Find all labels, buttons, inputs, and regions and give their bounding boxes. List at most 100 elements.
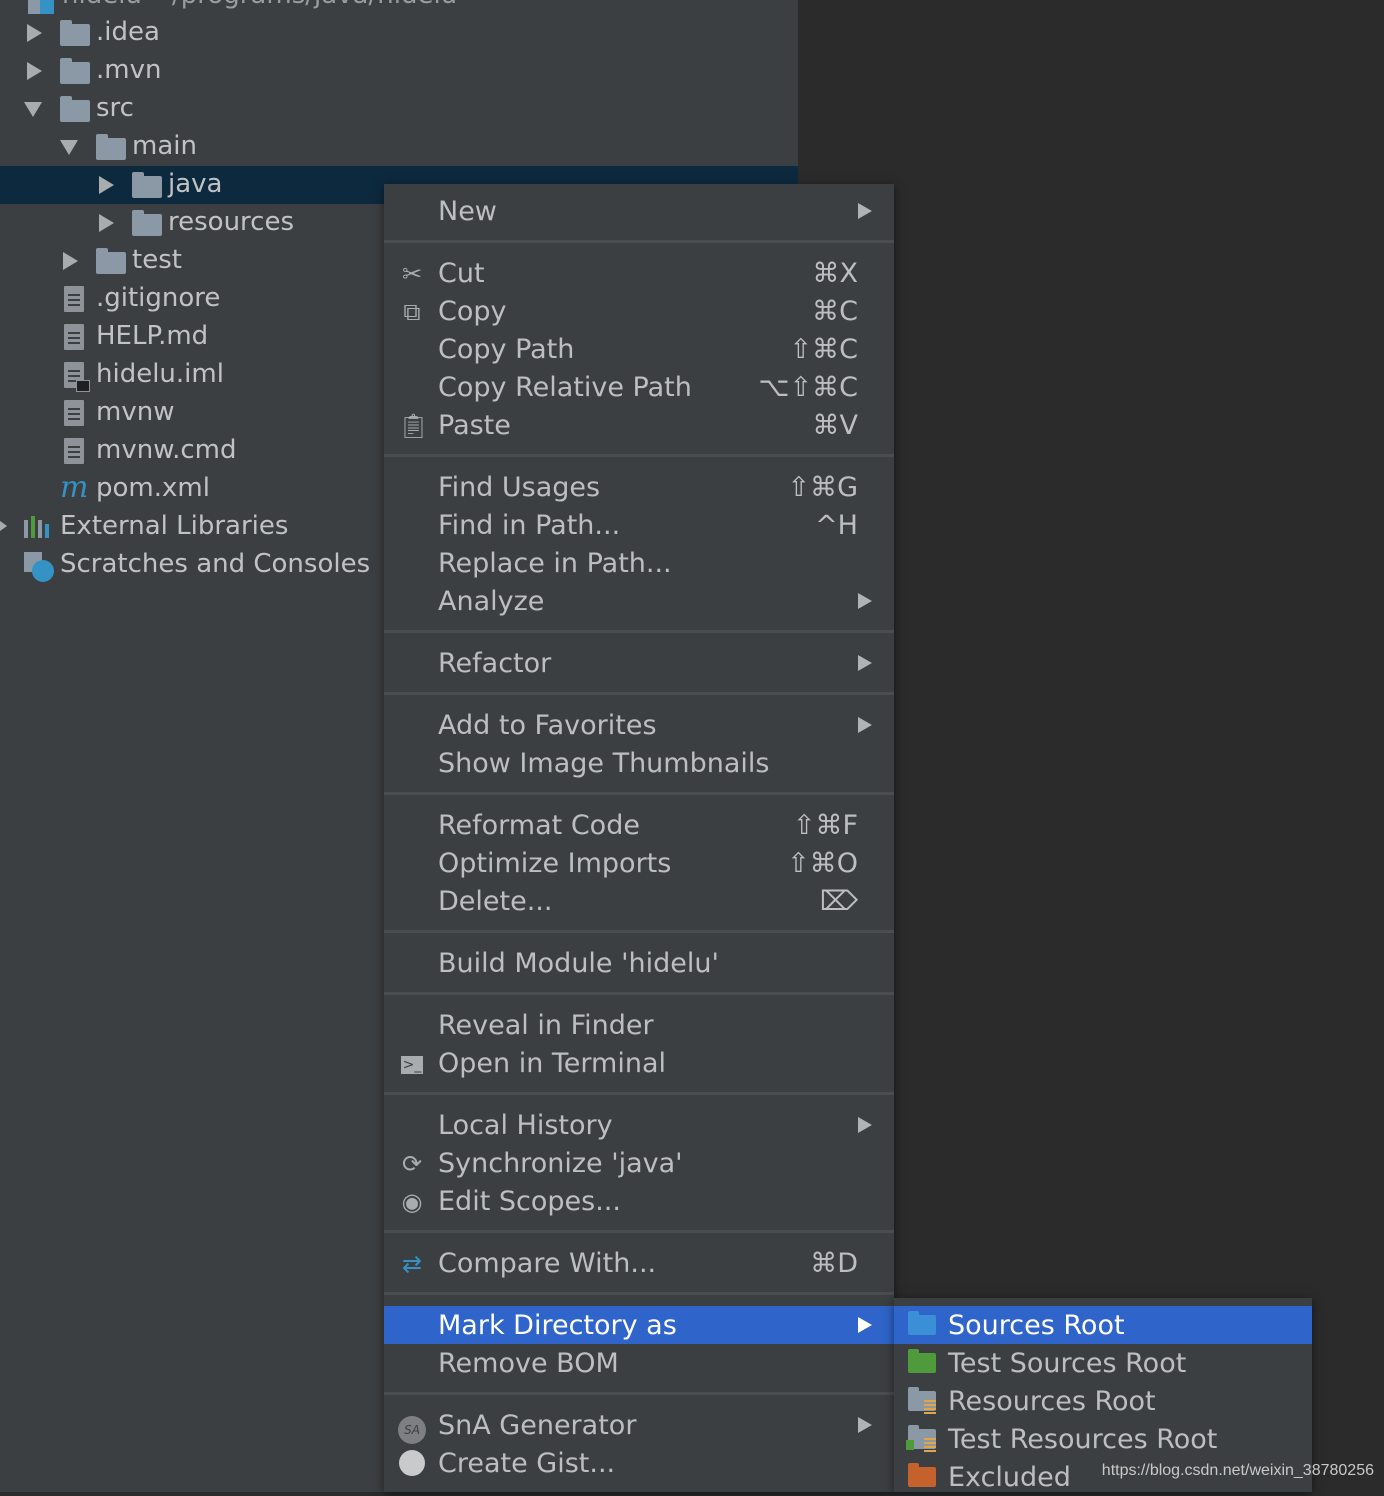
menu-item-cut[interactable]: ✂ Cut ⌘X: [384, 254, 894, 292]
menu-item-label: Reveal in Finder: [438, 1010, 654, 1041]
menu-item-label: Local History: [438, 1110, 613, 1141]
submenu-item-sources-root[interactable]: Sources Root: [894, 1306, 1312, 1344]
menu-item-label: SnA Generator: [438, 1410, 637, 1441]
submenu-item-test-sources-root[interactable]: Test Sources Root: [894, 1344, 1312, 1382]
submenu-arrow-icon: [858, 717, 872, 733]
menu-item-edit-scopes[interactable]: ◉ Edit Scopes...: [384, 1182, 894, 1220]
expand-arrow-icon[interactable]: [99, 214, 114, 232]
expand-arrow-icon[interactable]: [0, 521, 7, 531]
menu-item-replace-in-path[interactable]: Replace in Path...: [384, 544, 894, 582]
menu-item-shortcut: ⌦: [819, 886, 858, 917]
tree-item-label: resources: [168, 207, 295, 237]
scope-icon: ◉: [401, 1188, 423, 1216]
menu-item-optimize-imports[interactable]: Optimize Imports ⇧⌘O: [384, 844, 894, 882]
menu-item-reformat-code[interactable]: Reformat Code ⇧⌘F: [384, 806, 894, 844]
test-marker-icon: [906, 1440, 914, 1450]
expand-arrow-icon[interactable]: [27, 24, 42, 42]
resources-badge-icon: [924, 1400, 936, 1414]
menu-item-build-module[interactable]: Build Module 'hidelu': [384, 944, 894, 982]
submenu-item-label: Test Sources Root: [948, 1348, 1187, 1379]
menu-item-open-in-terminal[interactable]: >_ Open in Terminal: [384, 1044, 894, 1082]
terminal-icon: >_: [401, 1056, 423, 1074]
submenu-arrow-icon: [858, 593, 872, 609]
tree-item-label: mvnw: [96, 397, 175, 427]
expand-arrow-icon[interactable]: [63, 252, 78, 270]
menu-separator: [384, 1092, 894, 1095]
clock-icon: [32, 560, 54, 582]
folder-icon: [96, 248, 126, 274]
menu-item-label: Refactor: [438, 648, 552, 679]
menu-item-label: Replace in Path...: [438, 548, 672, 579]
tree-item-src[interactable]: src: [0, 90, 798, 128]
menu-item-label: Copy Relative Path: [438, 372, 692, 403]
menu-item-refactor[interactable]: Refactor: [384, 644, 894, 682]
menu-item-label: Copy: [438, 296, 507, 327]
menu-item-copy[interactable]: ⧉ Copy ⌘C: [384, 292, 894, 330]
submenu-item-test-resources-root[interactable]: Test Resources Root: [894, 1420, 1312, 1458]
menu-item-find-usages[interactable]: Find Usages ⇧⌘G: [384, 468, 894, 506]
folder-icon: [132, 210, 162, 236]
expand-arrow-icon[interactable]: [27, 62, 42, 80]
menu-item-shortcut: ⌘C: [812, 296, 858, 327]
menu-item-label: Optimize Imports: [438, 848, 672, 879]
menu-item-remove-bom[interactable]: Remove BOM: [384, 1344, 894, 1382]
tree-item-label: pom.xml: [96, 473, 210, 503]
test-resources-badge-icon: [924, 1438, 936, 1452]
tree-item-idea[interactable]: .idea: [0, 14, 798, 52]
menu-item-compare-with[interactable]: ⇄ Compare With... ⌘D: [384, 1244, 894, 1282]
menu-item-shortcut: ⇧⌘C: [789, 334, 858, 365]
submenu-item-label: Sources Root: [948, 1310, 1125, 1341]
tree-item-label: External Libraries: [60, 511, 289, 541]
menu-item-label: Edit Scopes...: [438, 1186, 621, 1217]
menu-item-synchronize[interactable]: ⟳ Synchronize 'java': [384, 1144, 894, 1182]
menu-separator: [384, 630, 894, 633]
submenu-item-resources-root[interactable]: Resources Root: [894, 1382, 1312, 1420]
menu-separator: [384, 930, 894, 933]
submenu-item-label: Test Resources Root: [948, 1424, 1218, 1455]
file-icon: [64, 438, 84, 464]
menu-separator: [384, 1230, 894, 1233]
maven-icon: m: [60, 470, 89, 505]
menu-item-label: Find Usages: [438, 472, 601, 503]
folder-icon: [132, 172, 162, 198]
menu-item-label: Analyze: [438, 586, 545, 617]
menu-item-shortcut: ⇧⌘G: [787, 472, 858, 503]
menu-item-copy-path[interactable]: Copy Path ⇧⌘C: [384, 330, 894, 368]
menu-item-find-in-path[interactable]: Find in Path... ^H: [384, 506, 894, 544]
menu-item-paste[interactable]: 📋︎ Paste ⌘V: [384, 406, 894, 444]
menu-item-analyze[interactable]: Analyze: [384, 582, 894, 620]
context-menu: New ✂ Cut ⌘X ⧉ Copy ⌘C Copy Path ⇧⌘C Cop…: [384, 184, 894, 1492]
scissors-icon: ✂: [401, 260, 423, 288]
menu-item-label: New: [438, 196, 497, 227]
menu-item-delete[interactable]: Delete... ⌦: [384, 882, 894, 920]
menu-item-sna-generator[interactable]: SA SnA Generator: [384, 1406, 894, 1444]
menu-item-new[interactable]: New: [384, 192, 894, 230]
github-icon: [398, 1450, 426, 1478]
tree-item-main[interactable]: main: [0, 128, 798, 166]
menu-item-shortcut: ⌘X: [812, 258, 859, 289]
menu-separator: [384, 692, 894, 695]
menu-item-local-history[interactable]: Local History: [384, 1106, 894, 1144]
menu-item-label: Add to Favorites: [438, 710, 657, 741]
menu-item-show-image-thumbnails[interactable]: Show Image Thumbnails: [384, 744, 894, 782]
tree-item-mvn[interactable]: .mvn: [0, 52, 798, 90]
file-icon: [64, 400, 84, 426]
tree-item-label: mvnw.cmd: [96, 435, 237, 465]
collapse-arrow-icon[interactable]: [60, 140, 78, 155]
menu-item-add-to-favorites[interactable]: Add to Favorites: [384, 706, 894, 744]
collapse-arrow-icon[interactable]: [24, 102, 42, 117]
copy-icon: ⧉: [403, 298, 421, 326]
menu-item-create-gist[interactable]: Create Gist...: [384, 1444, 894, 1482]
folder-icon: [60, 96, 90, 122]
menu-item-mark-directory-as[interactable]: Mark Directory as: [384, 1306, 894, 1344]
menu-item-copy-relative-path[interactable]: Copy Relative Path ⌥⇧⌘C: [384, 368, 894, 406]
submenu-arrow-icon: [858, 203, 872, 219]
expand-arrow-icon[interactable]: [99, 176, 114, 194]
menu-item-reveal-in-finder[interactable]: Reveal in Finder: [384, 1006, 894, 1044]
submenu-arrow-icon: [858, 1117, 872, 1133]
sync-icon: ⟳: [401, 1150, 423, 1178]
menu-item-label: Remove BOM: [438, 1348, 619, 1379]
tree-item-label: .idea: [96, 17, 160, 47]
tree-item-label: test: [132, 245, 182, 275]
tree-item-label: Scratches and Consoles: [60, 549, 371, 579]
